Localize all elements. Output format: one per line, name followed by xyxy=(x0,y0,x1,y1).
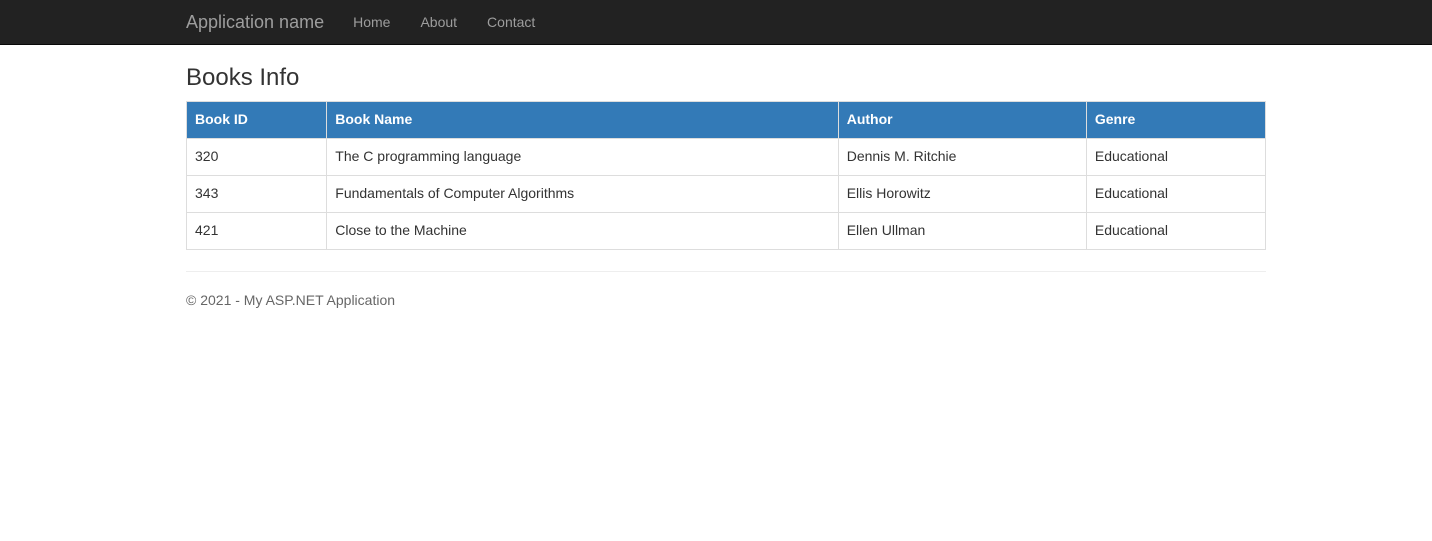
table-row: 343 Fundamentals of Computer Algorithms El… xyxy=(185,175,1267,214)
table-row: 421 Close to the Machine Ellen Ullman Educa… xyxy=(185,212,1267,251)
navbar-brand[interactable]: Application name xyxy=(186,12,324,32)
navbar: Application name Home About Contact xyxy=(0,0,1432,45)
table-cell: Educational xyxy=(1085,175,1267,214)
main-container: Books Info Book ID Book Name Author Genre 3… xyxy=(185,64,1267,308)
footer-divider xyxy=(186,271,1266,273)
table-cell: 343 xyxy=(185,175,328,214)
navbar-nav: Home About Contact xyxy=(338,14,550,30)
nav-item-home: Home xyxy=(338,14,405,30)
table-column-header: Book ID xyxy=(185,101,328,140)
table-cell: 421 xyxy=(185,212,328,251)
table-row: 320 The C programming language Dennis M. R… xyxy=(185,138,1267,177)
table-cell: The C programming language xyxy=(326,138,839,177)
nav-item-contact: Contact xyxy=(472,14,550,30)
nav-link-contact[interactable]: Contact xyxy=(472,14,550,30)
nav-link-about[interactable]: About xyxy=(405,14,472,30)
table-cell: Educational xyxy=(1085,212,1267,251)
table-cell: Educational xyxy=(1085,138,1267,177)
books-table: Book ID Book Name Author Genre 320 The C pro… xyxy=(185,101,1267,251)
table-column-header: Author xyxy=(837,101,1087,140)
table-cell: Ellen Ullman xyxy=(837,212,1087,251)
page-title: Books Info xyxy=(186,64,300,91)
nav-link-home[interactable]: Home xyxy=(338,14,405,30)
navbar-content: Application name Home About Contact xyxy=(186,12,550,32)
table-cell: Dennis M. Ritchie xyxy=(837,138,1087,177)
table-cell: Fundamentals of Computer Algorithms xyxy=(326,175,839,214)
table-column-header: Book Name xyxy=(326,101,839,140)
page-footer: © 2021 - My ASP.NET Application xyxy=(186,292,1266,308)
books-table-header: Book ID Book Name Author Genre xyxy=(185,101,1267,140)
table-cell: 320 xyxy=(185,138,328,177)
nav-item-about: About xyxy=(405,14,472,30)
table-column-header: Genre xyxy=(1085,101,1267,140)
table-cell: Ellis Horowitz xyxy=(837,175,1087,214)
table-cell: Close to the Machine xyxy=(326,212,839,251)
footer-copyright: © 2021 - My ASP.NET Application xyxy=(186,292,396,309)
books-table-body: 320 The C programming language Dennis M. R… xyxy=(185,138,1267,251)
table-header-row: Book ID Book Name Author Genre xyxy=(185,101,1267,140)
